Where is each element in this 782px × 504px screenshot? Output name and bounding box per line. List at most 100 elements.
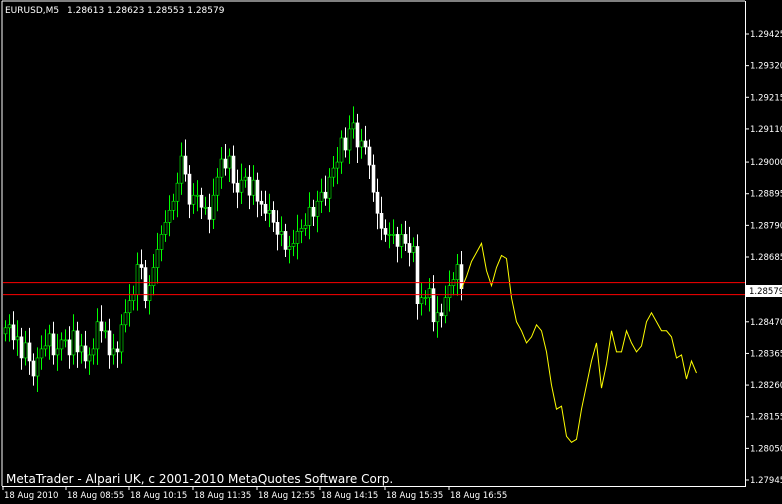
y-tick-label: 1.28895 <box>750 190 782 200</box>
y-tick-label: 1.29320 <box>750 62 782 72</box>
chart-background <box>0 0 782 504</box>
candle-body <box>123 312 128 326</box>
y-tick-label: 1.27945 <box>750 476 782 486</box>
candle-body <box>11 324 16 341</box>
chart: 1.29425 1.29320 1.29215 1.29110 1.29000 1.288… <box>0 0 782 504</box>
y-tick-label: 1.29215 <box>750 93 782 103</box>
candle-body <box>315 200 320 217</box>
candle-body <box>39 348 44 359</box>
y-tick-label: 1.28050 <box>750 444 782 454</box>
candle-body <box>331 167 336 178</box>
candle-body <box>411 246 416 253</box>
candle-body <box>387 234 392 236</box>
candle-body <box>19 336 24 359</box>
candle-body <box>295 231 300 244</box>
candle-body <box>367 146 372 166</box>
candle-body <box>247 176 252 196</box>
candle-body <box>183 155 188 175</box>
candle-body <box>311 206 316 217</box>
candle-body <box>115 348 120 353</box>
y-tick-label: 1.29110 <box>750 125 782 135</box>
candle-body <box>59 339 64 350</box>
candle-body <box>291 243 296 247</box>
candle-body <box>143 267 148 301</box>
candle-body <box>447 285 452 298</box>
candle-body <box>175 182 180 202</box>
candle-body <box>111 348 116 356</box>
candle-body <box>127 300 132 314</box>
candle-body <box>227 155 232 169</box>
y-tick-label: 1.29425 <box>750 30 782 40</box>
candle-body <box>51 333 56 356</box>
candle-body <box>383 228 388 235</box>
candle-body <box>431 288 436 323</box>
candle-body <box>223 158 228 169</box>
candle-body <box>47 333 52 347</box>
candle-body <box>259 200 264 205</box>
candle-body <box>7 324 12 329</box>
copyright-notice: MetaTrader - Alpari UK, c 2001-2010 Meta… <box>6 472 393 486</box>
candle-body <box>35 357 40 377</box>
candle-body <box>351 122 356 130</box>
candle-body <box>63 339 68 342</box>
candle-body <box>155 249 160 268</box>
candle-body <box>279 231 284 235</box>
y-tick-label: 1.28470 <box>750 318 782 328</box>
candle-body <box>363 140 368 148</box>
candle-body <box>83 345 88 362</box>
candle-body <box>235 182 240 193</box>
candle-body <box>391 234 396 236</box>
candle-body <box>167 209 172 223</box>
candle-body <box>179 155 184 184</box>
candle-body <box>427 288 432 298</box>
candle-body <box>191 194 196 205</box>
candle-body <box>55 348 60 356</box>
candle-body <box>423 297 428 299</box>
y-tick-label: 1.28685 <box>750 253 782 263</box>
x-tick-label: 18 Aug 2010 <box>4 491 58 501</box>
candle-body <box>219 158 224 178</box>
candle-body <box>139 264 144 268</box>
candle-body <box>327 176 332 199</box>
candle-body <box>267 209 272 214</box>
candle-body <box>211 194 216 220</box>
x-tick-label: 18 Aug 14:15 <box>321 491 378 501</box>
y-tick-label: 1.29000 <box>750 158 782 168</box>
candle-body <box>107 330 112 356</box>
candle-body <box>435 312 440 323</box>
ohlc-readout: 1.28613 1.28623 1.28553 1.28579 <box>67 6 225 16</box>
candle-body <box>199 194 204 208</box>
candle-body <box>299 228 304 232</box>
candle-body <box>159 234 164 250</box>
candle-body <box>67 339 72 356</box>
candle-body <box>147 285 152 301</box>
candle-body <box>239 179 244 193</box>
y-tick-label: 1.28155 <box>750 413 782 423</box>
candle-body <box>27 342 32 362</box>
candle-body <box>3 327 8 335</box>
candle-body <box>283 231 288 250</box>
x-tick-label: 18 Aug 12:55 <box>258 491 315 501</box>
candle-body <box>103 330 108 333</box>
candle-body <box>407 243 412 253</box>
candle-body <box>439 312 444 317</box>
candle-body <box>319 191 324 202</box>
y-tick-label: 1.28365 <box>750 349 782 359</box>
candle-body <box>71 330 76 356</box>
candle-body <box>87 354 92 362</box>
candle-body <box>339 137 344 163</box>
y-tick-label: 1.28260 <box>750 381 782 391</box>
candle-body <box>307 206 312 226</box>
candle-body <box>163 222 168 235</box>
x-tick-label: 18 Aug 15:35 <box>386 491 443 501</box>
candle-body <box>15 336 20 341</box>
candle-body <box>243 176 248 181</box>
candle-body <box>135 264 140 295</box>
current-price-label: 1.28579 <box>749 287 782 297</box>
candle-body <box>455 264 460 280</box>
candle-body <box>347 128 352 151</box>
candle-body <box>375 191 380 214</box>
candle-body <box>379 213 384 229</box>
candle-body <box>187 173 192 205</box>
candle-body <box>95 321 100 350</box>
